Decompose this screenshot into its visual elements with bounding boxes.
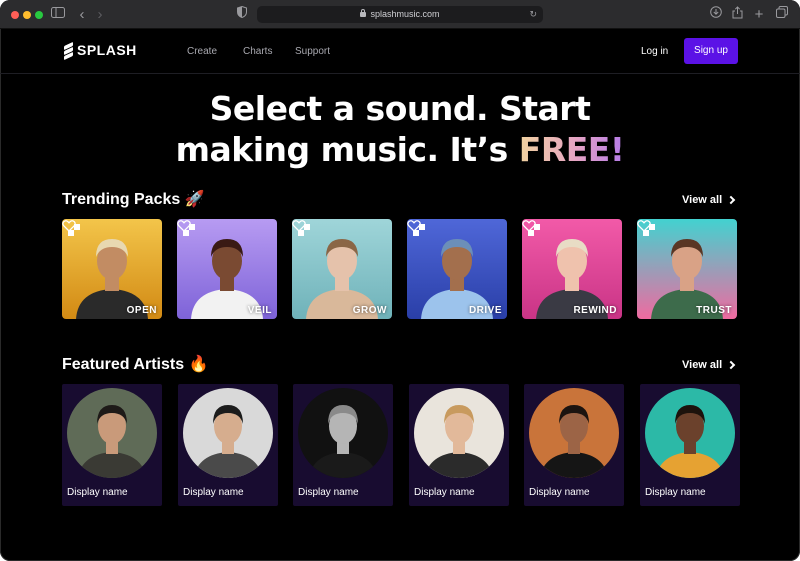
reload-icon[interactable]: ↻ (529, 6, 537, 23)
pack-card[interactable]: REWIND (522, 219, 622, 319)
minimize-window-button[interactable] (23, 11, 31, 19)
artist-display-name: Display name (414, 487, 475, 498)
artist-avatar (298, 388, 388, 478)
nav-create[interactable]: Create (187, 46, 217, 57)
lock-icon (360, 9, 367, 17)
featured-view-all-link[interactable]: View all (682, 359, 736, 371)
privacy-shield-icon[interactable] (236, 5, 248, 23)
artist-display-name: Display name (183, 487, 244, 498)
pack-label: VEIL (247, 305, 272, 316)
trending-view-all-link[interactable]: View all (682, 194, 736, 206)
logo-text: SPLASH (77, 42, 137, 58)
pack-card[interactable]: OPEN (62, 219, 162, 319)
pack-label: TRUST (696, 305, 732, 316)
artist-avatar (529, 388, 619, 478)
splash-logo[interactable]: SPLASH (64, 41, 137, 60)
share-icon[interactable] (731, 6, 743, 23)
trending-packs-title: Trending Packs 🚀 (62, 191, 205, 208)
pack-card[interactable]: VEIL (177, 219, 277, 319)
trending-view-all-label: View all (682, 194, 723, 206)
pack-label: REWIND (573, 305, 617, 316)
featured-artists-title: Featured Artists 🔥 (62, 356, 209, 373)
hero-line-2-prefix: making music. It’s (175, 130, 519, 169)
artist-avatar (414, 388, 504, 478)
sidebar-toggle-icon[interactable] (51, 6, 65, 23)
address-bar[interactable]: splashmusic.com ↻ (257, 6, 543, 23)
pack-label: OPEN (126, 305, 157, 316)
heart-icon[interactable] (62, 219, 76, 233)
heart-icon[interactable] (522, 219, 536, 233)
nav-support[interactable]: Support (295, 46, 330, 57)
artist-display-name: Display name (298, 487, 359, 498)
zoom-window-button[interactable] (35, 11, 43, 19)
artist-avatar (645, 388, 735, 478)
artist-display-name: Display name (67, 487, 128, 498)
pack-label: GROW (352, 305, 387, 316)
hero-line-2: making music. It’s FREE! (0, 129, 800, 170)
hero-heading: Select a sound. Start making music. It’s… (0, 88, 800, 170)
browser-window: ‹ › splashmusic.com ↻ + SPLASH Create Ch… (0, 0, 800, 561)
back-icon[interactable]: ‹ (77, 6, 87, 23)
hero-free-highlight: FREE! (518, 130, 625, 169)
featured-view-all-label: View all (682, 359, 723, 371)
login-link[interactable]: Log in (641, 46, 668, 57)
artist-card[interactable]: Display name (178, 384, 278, 506)
tab-overview-icon[interactable] (776, 6, 788, 23)
pack-card[interactable]: GROW (292, 219, 392, 319)
site-header: SPLASH Create Charts Support Log in Sign… (0, 29, 800, 74)
heart-icon[interactable] (292, 219, 306, 233)
splash-logo-icon (64, 41, 73, 60)
heart-icon[interactable] (637, 219, 651, 233)
forward-icon[interactable]: › (95, 6, 105, 23)
heart-icon[interactable] (407, 219, 421, 233)
close-window-button[interactable] (11, 11, 19, 19)
pack-card[interactable]: DRIVE (407, 219, 507, 319)
artist-card[interactable]: Display name (409, 384, 509, 506)
pack-card[interactable]: TRUST (637, 219, 737, 319)
address-text: splashmusic.com (370, 9, 440, 19)
artist-card[interactable]: Display name (293, 384, 393, 506)
browser-toolbar: ‹ › splashmusic.com ↻ + (0, 0, 800, 29)
chevron-right-icon (726, 195, 736, 205)
artist-card[interactable]: Display name (524, 384, 624, 506)
nav-charts[interactable]: Charts (243, 46, 272, 57)
new-tab-icon[interactable]: + (753, 6, 765, 23)
artist-display-name: Display name (645, 487, 706, 498)
hero-line-1: Select a sound. Start (209, 89, 591, 128)
artist-card[interactable]: Display name (62, 384, 162, 506)
artist-avatar (183, 388, 273, 478)
heart-icon[interactable] (177, 219, 191, 233)
artist-avatar (67, 388, 157, 478)
signup-button[interactable]: Sign up (684, 38, 738, 64)
chevron-right-icon (726, 360, 736, 370)
pack-label: DRIVE (468, 305, 502, 316)
download-icon[interactable] (709, 6, 723, 23)
artist-display-name: Display name (529, 487, 590, 498)
artist-card[interactable]: Display name (640, 384, 740, 506)
